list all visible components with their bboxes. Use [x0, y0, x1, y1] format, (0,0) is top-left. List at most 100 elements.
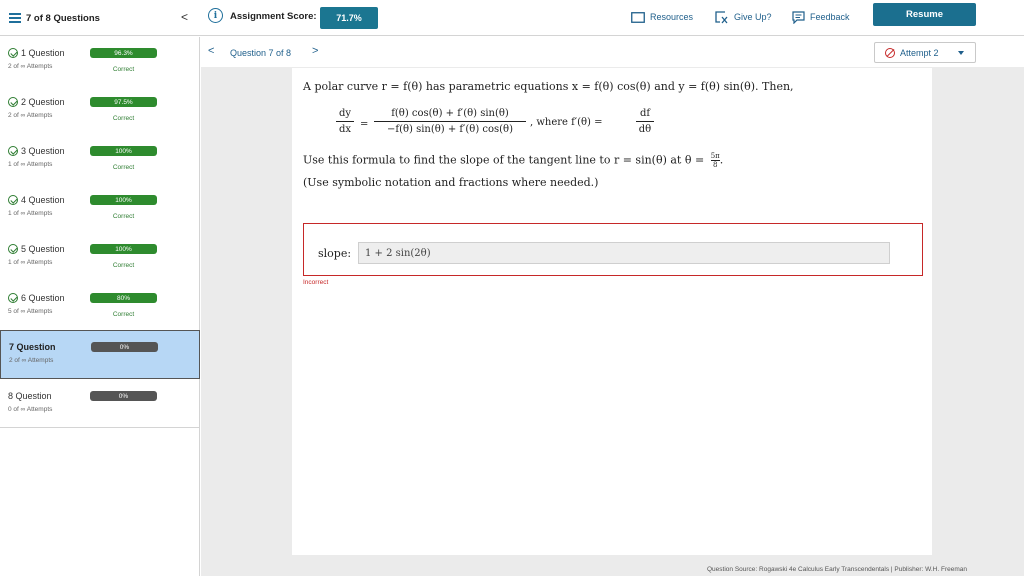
dtheta-text: dθ [638, 124, 652, 135]
question-attempts: 2 of ∞ Attempts [9, 357, 54, 364]
question-score-bar: 80% [90, 293, 157, 303]
question-attempts: 2 of ∞ Attempts [8, 112, 53, 119]
question-score-bar: 0% [90, 391, 157, 401]
question-source: Question Source: Rogawski 4e Calculus Ea… [707, 566, 967, 573]
question-title: 1 Question [21, 48, 65, 58]
question-title: 6 Question [21, 293, 65, 303]
question-hint: (Use symbolic notation and fractions whe… [303, 176, 599, 189]
give-up-label: Give Up? [734, 12, 772, 22]
incorrect-feedback: Incorrect [303, 279, 329, 286]
question-status: Correct [112, 262, 135, 269]
question-attempts: 0 of ∞ Attempts [8, 406, 53, 413]
assignment-score-badge: 71.7% [320, 7, 378, 29]
question-sidebar: 1 Question 2 of ∞ Attempts 96.3% Correct… [0, 37, 200, 576]
previous-question-button[interactable]: < [208, 45, 214, 57]
question-attempts: 1 of ∞ Attempts [8, 210, 53, 217]
question-item-5[interactable]: 5 Question 1 of ∞ Attempts 100% Correct [0, 233, 200, 282]
question-attempts: 2 of ∞ Attempts [8, 63, 53, 70]
question-status: Correct [112, 164, 135, 171]
top-bar: 7 of 8 Questions < i Assignment Score: 7… [0, 0, 1024, 36]
question-score-bar: 100% [90, 195, 157, 205]
instruction-period: . [719, 153, 724, 167]
question-attempts: 1 of ∞ Attempts [8, 161, 53, 168]
derivative-formula: dy dx = f(θ) cos(θ) + f′(θ) sin(θ) −f(θ)… [336, 108, 736, 142]
feedback-button[interactable]: Feedback [792, 8, 850, 26]
dy-text: dy [338, 108, 352, 119]
equals-sign: = [360, 119, 369, 130]
question-item-4[interactable]: 4 Question 1 of ∞ Attempts 100% Correct [0, 184, 200, 233]
question-score-bar: 96.3% [90, 48, 157, 58]
question-title: 3 Question [21, 146, 65, 156]
angle-denominator: 8 [712, 161, 718, 169]
question-title: 5 Question [21, 244, 65, 254]
question-intro: A polar curve r = f(θ) has parametric eq… [303, 80, 794, 93]
give-up-button[interactable]: Give Up? [715, 8, 772, 26]
question-item-7[interactable]: 7 Question 2 of ∞ Attempts 0% [0, 330, 200, 379]
check-circle-icon [8, 48, 18, 58]
folder-icon [631, 11, 645, 23]
question-instruction: Use this formula to find the slope of th… [303, 152, 723, 169]
question-status: Correct [112, 213, 135, 220]
app: 7 of 8 Questions < i Assignment Score: 7… [0, 0, 1024, 576]
feedback-label: Feedback [810, 12, 850, 22]
angle-fraction: 5π 8 [710, 152, 720, 169]
question-title: 2 Question [21, 97, 65, 107]
question-item-3[interactable]: 3 Question 1 of ∞ Attempts 100% Correct [0, 135, 200, 184]
question-score-bar: 97.5% [90, 97, 157, 107]
question-score-bar: 100% [90, 244, 157, 254]
question-score-bar: 100% [90, 146, 157, 156]
give-up-icon [715, 10, 728, 23]
answer-box: slope: 1 + 2 sin(2θ) [303, 223, 923, 276]
resources-button[interactable]: Resources [631, 8, 693, 26]
collapse-sidebar-button[interactable]: < [181, 10, 188, 24]
question-item-1[interactable]: 1 Question 2 of ∞ Attempts 96.3% Correct [0, 37, 200, 86]
question-attempts: 5 of ∞ Attempts [8, 308, 53, 315]
question-nav: < Question 7 of 8 > Attempt 2 [201, 37, 1024, 67]
feedback-icon [792, 10, 805, 24]
question-attempts: 1 of ∞ Attempts [8, 259, 53, 266]
resume-button[interactable]: Resume [873, 3, 976, 26]
question-item-6[interactable]: 6 Question 5 of ∞ Attempts 80% Correct [0, 282, 200, 331]
slope-input[interactable]: 1 + 2 sin(2θ) [358, 242, 890, 264]
check-circle-icon [8, 146, 18, 156]
dx-text: dx [338, 124, 352, 135]
question-item-8[interactable]: 8 Question 0 of ∞ Attempts 0% [0, 380, 200, 429]
question-list-toggle[interactable]: 7 of 8 Questions [0, 0, 200, 36]
check-circle-icon [8, 293, 18, 303]
ban-icon [885, 47, 895, 58]
df-dtheta-fraction: df dθ [636, 108, 654, 135]
question-status: Correct [112, 66, 135, 73]
instruction-text: Use this formula to find the slope of th… [303, 153, 705, 167]
resources-label: Resources [650, 12, 694, 22]
attempt-label: Attempt 2 [900, 47, 939, 58]
fraction-denominator: −f(θ) sin(θ) + f′(θ) cos(θ) [387, 124, 513, 135]
where-text: , where f′(θ) = [530, 117, 603, 128]
df-text: df [639, 108, 651, 119]
question-score-bar: 0% [91, 342, 158, 352]
sidebar-divider [0, 427, 200, 428]
info-icon[interactable]: i [208, 8, 223, 23]
caret-down-icon [957, 50, 964, 55]
check-circle-icon [8, 244, 18, 254]
fraction-numerator: f(θ) cos(θ) + f′(θ) sin(θ) [391, 108, 509, 119]
question-title: 7 Question [9, 342, 56, 352]
question-title: 8 Question [8, 391, 52, 401]
main-area: < Question 7 of 8 > Attempt 2 A polar cu… [201, 37, 1024, 576]
assignment-score-label: Assignment Score: [230, 11, 317, 22]
list-icon [9, 13, 21, 23]
question-position-label: Question 7 of 8 [230, 48, 292, 58]
question-count: 7 of 8 Questions [26, 12, 100, 24]
question-status: Correct [112, 311, 135, 318]
question-title: 4 Question [21, 195, 65, 205]
dy-dx-fraction: dy dx [336, 108, 354, 135]
attempt-dropdown[interactable]: Attempt 2 [874, 42, 976, 63]
question-item-2[interactable]: 2 Question 2 of ∞ Attempts 97.5% Correct [0, 86, 200, 135]
angle-numerator: 5π [710, 152, 720, 160]
next-question-button[interactable]: > [312, 45, 318, 57]
main-fraction: f(θ) cos(θ) + f′(θ) sin(θ) −f(θ) sin(θ) … [374, 108, 526, 135]
slope-label: slope: [318, 247, 352, 260]
question-panel: A polar curve r = f(θ) has parametric eq… [292, 68, 932, 555]
check-circle-icon [8, 97, 18, 107]
check-circle-icon [8, 195, 18, 205]
question-status: Correct [112, 115, 135, 122]
